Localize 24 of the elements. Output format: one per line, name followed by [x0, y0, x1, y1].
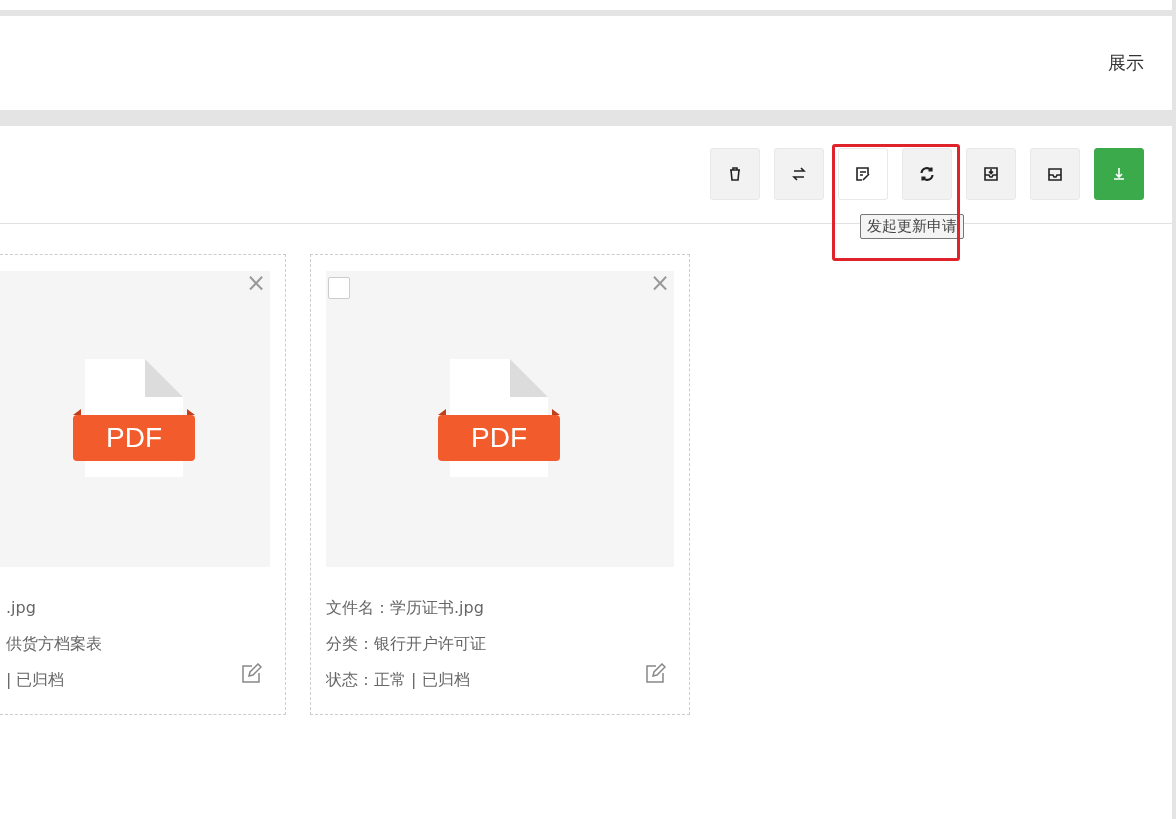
note-button[interactable] [838, 148, 888, 200]
edit-icon[interactable] [644, 663, 666, 685]
refresh-button[interactable] [902, 148, 952, 200]
file-info-text: 供货方档案表 [6, 633, 102, 655]
show-link[interactable]: 展示 [1108, 51, 1144, 75]
tooltip: 发起更新申请 [860, 214, 964, 239]
delete-button[interactable] [710, 148, 760, 200]
inbox-icon [1046, 165, 1064, 183]
edit-icon[interactable] [240, 663, 262, 685]
refresh-icon [918, 165, 936, 183]
note-icon [854, 165, 872, 183]
inbox-in-button[interactable] [966, 148, 1016, 200]
file-info-text: 分类：银行开户许可证 [326, 633, 486, 655]
checkbox[interactable] [328, 277, 350, 299]
close-button[interactable]: × [245, 269, 266, 297]
file-info-text: .jpg [6, 597, 36, 619]
swap-button[interactable] [774, 148, 824, 200]
file-info-text: 状态：正常 | 已归档 [326, 669, 470, 691]
file-info-text: | 已归档 [6, 669, 65, 691]
inbox-button[interactable] [1030, 148, 1080, 200]
file-info-text: 文件名：学历证书.jpg [326, 597, 484, 619]
inbox-download-icon [982, 165, 1000, 183]
swap-arrows-icon [790, 165, 808, 183]
close-button[interactable]: × [649, 269, 670, 297]
